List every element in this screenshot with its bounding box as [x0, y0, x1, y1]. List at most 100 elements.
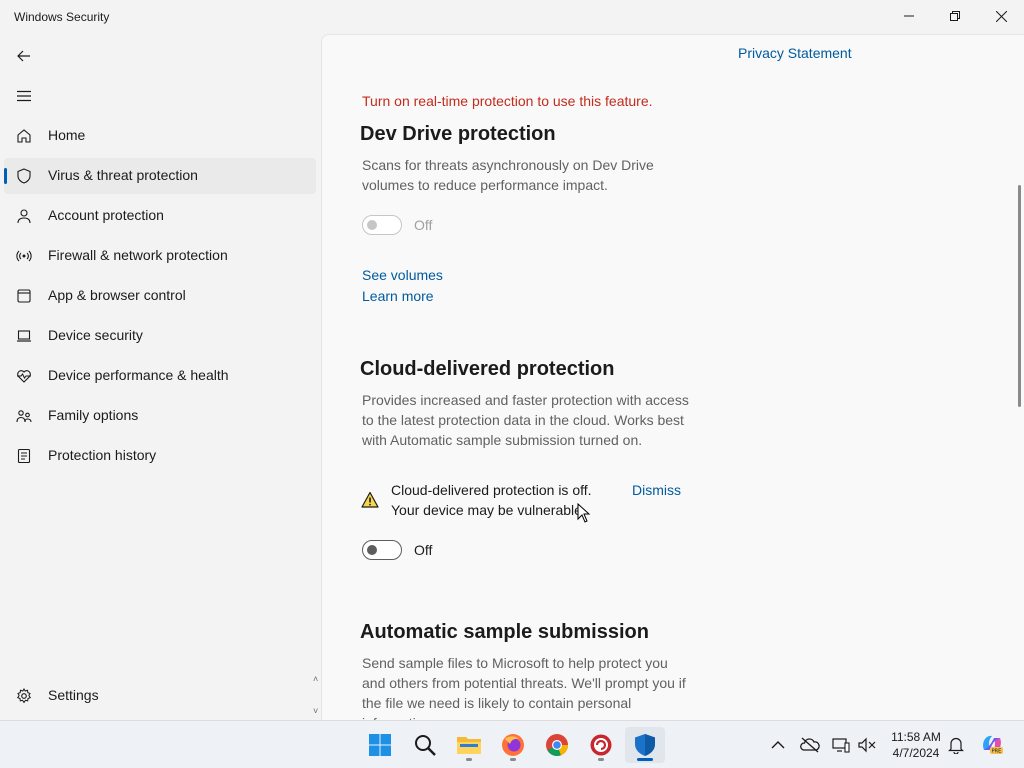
sidebar-item-settings[interactable]: Settings [4, 678, 316, 714]
cloud-protection-title: Cloud-delivered protection [360, 358, 615, 380]
sidebar-item-label: App & browser control [48, 287, 186, 303]
restore-icon [950, 11, 960, 21]
notifications-button[interactable] [946, 735, 966, 755]
close-button[interactable] [978, 0, 1024, 32]
tray-volume[interactable] [857, 735, 877, 755]
firefox-icon [502, 734, 524, 756]
selection-indicator [4, 168, 7, 184]
notification-bell-icon [948, 737, 964, 754]
volume-mute-icon [858, 737, 876, 753]
window-title: Windows Security [14, 10, 110, 24]
sample-submission-description: Send sample files to Microsoft to help p… [362, 655, 686, 720]
start-icon [369, 734, 391, 756]
sidebar-item-protection-history[interactable]: Protection history [4, 438, 316, 474]
sidebar-item-label: Virus & threat protection [48, 167, 198, 183]
minimize-button[interactable] [886, 0, 932, 32]
sidebar-item-virus-threat-protection[interactable]: Virus & threat protection [4, 158, 316, 194]
minimize-icon [904, 15, 914, 17]
content-scrollbar[interactable] [1018, 185, 1021, 407]
taskbar-app[interactable] [581, 727, 621, 763]
sidebar-item-label: Family options [48, 407, 139, 423]
privacy-statement-link[interactable]: Privacy Statement [738, 45, 852, 61]
running-indicator [598, 758, 604, 761]
toggle-knob [367, 545, 377, 555]
active-indicator [637, 758, 653, 761]
family-icon [16, 408, 32, 424]
tray-overflow-button[interactable] [768, 735, 788, 755]
sidebar-item-label: Account protection [48, 207, 164, 223]
taskbar-firefox[interactable] [493, 727, 533, 763]
taskbar-clock[interactable]: 11:58 AM 4/7/2024 [884, 729, 948, 761]
menu-button[interactable] [10, 82, 38, 110]
clock-time: 11:58 AM [891, 730, 941, 744]
wireless-icon [16, 248, 32, 264]
sample-submission-title: Automatic sample submission [360, 621, 649, 643]
learn-more-link[interactable]: Learn more [362, 288, 434, 304]
back-arrow-icon [17, 50, 30, 62]
sidebar-item-family-options[interactable]: Family options [4, 398, 316, 434]
start-button[interactable] [360, 727, 400, 763]
sidebar-item-device-performance-health[interactable]: Device performance & health [4, 358, 316, 394]
sidebar-item-label: Device performance & health [48, 367, 229, 383]
cloud-protection-toggle-state: Off [414, 542, 433, 558]
mouse-cursor-icon [577, 503, 591, 523]
taskbar-search-button[interactable] [405, 727, 445, 763]
onedrive-icon [800, 737, 820, 753]
sidebar: Home Virus & threat protection Account p… [0, 34, 320, 720]
dev-drive-title: Dev Drive protection [360, 123, 556, 145]
running-indicator [466, 758, 472, 761]
history-icon [16, 448, 32, 464]
chrome-icon [546, 734, 569, 757]
realtime-warning-text: Turn on real-time protection to use this… [362, 93, 653, 109]
back-button[interactable] [10, 42, 38, 70]
sidebar-item-home[interactable]: Home [4, 118, 316, 154]
taskbar-file-explorer[interactable] [449, 727, 489, 763]
sidebar-item-label: Home [48, 127, 86, 143]
dev-drive-description: Scans for threats asynchronously on Dev … [362, 157, 654, 193]
tray-network[interactable] [831, 735, 851, 755]
warning-icon [361, 491, 379, 508]
tray-onedrive[interactable] [800, 735, 820, 755]
person-icon [16, 208, 32, 224]
title-bar: Windows Security [0, 0, 1024, 34]
sidebar-item-label: Protection history [48, 447, 157, 463]
copilot-button[interactable]: PRE [980, 731, 1004, 757]
sidebar-item-device-security[interactable]: Device security [4, 318, 316, 354]
taskbar-chrome[interactable] [537, 727, 577, 763]
windows-security-icon [635, 734, 655, 756]
clock-date: 4/7/2024 [892, 746, 940, 760]
app-window-icon [16, 288, 32, 304]
main-content: Privacy Statement Turn on real-time prot… [321, 34, 1024, 720]
chevron-up-icon [771, 741, 785, 749]
running-indicator [510, 758, 516, 761]
cloud-protection-toggle[interactable] [362, 540, 402, 560]
cloud-protection-description: Provides increased and faster protection… [362, 392, 689, 448]
file-explorer-icon [457, 737, 481, 754]
dev-drive-toggle-state: Off [414, 217, 433, 233]
app-icon [590, 734, 612, 756]
close-icon [995, 10, 1007, 22]
sidebar-item-account-protection[interactable]: Account protection [4, 198, 316, 234]
heart-pulse-icon [16, 368, 32, 384]
search-icon [415, 735, 436, 756]
gear-icon [16, 688, 32, 704]
taskbar: 11:58 AM 4/7/2024 PRE [0, 720, 1024, 768]
taskbar-windows-security[interactable] [625, 727, 665, 763]
sidebar-item-label: Firewall & network protection [48, 247, 228, 263]
see-volumes-link[interactable]: See volumes [362, 267, 443, 283]
toggle-knob [367, 220, 377, 230]
sidebar-item-firewall-network-protection[interactable]: Firewall & network protection [4, 238, 316, 274]
svg-text:PRE: PRE [992, 749, 1002, 755]
copilot-icon: PRE [983, 735, 1003, 755]
sidebar-item-label: Device security [48, 327, 143, 343]
cloud-protection-alert: Cloud-delivered protection is off. Your … [391, 480, 631, 520]
settings-label: Settings [48, 687, 99, 703]
hamburger-icon [17, 90, 31, 102]
laptop-icon [16, 328, 32, 344]
sidebar-item-app-browser-control[interactable]: App & browser control [4, 278, 316, 314]
dismiss-link[interactable]: Dismiss [632, 482, 681, 498]
alert-line-2: Your device may be vulnerable. [391, 502, 586, 518]
alert-line-1: Cloud-delivered protection is off. [391, 482, 592, 498]
restore-button[interactable] [932, 0, 978, 32]
dev-drive-toggle[interactable] [362, 215, 402, 235]
